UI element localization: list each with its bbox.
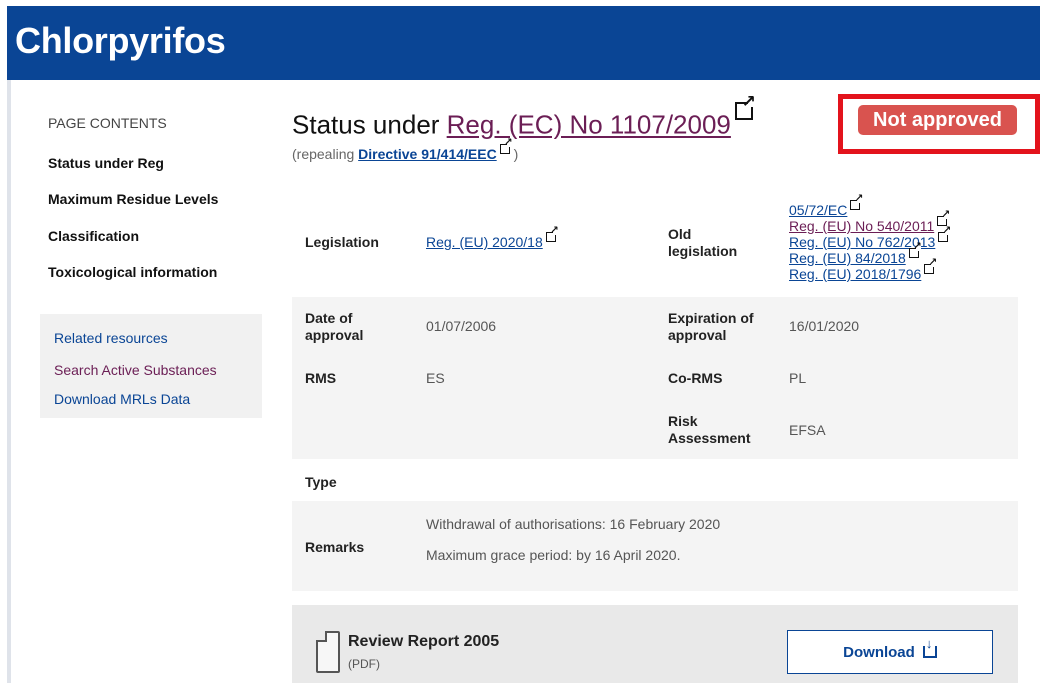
remarks-line: Withdrawal of authorisations: 16 Februar… [426,516,721,532]
legislation-label: Legislation [305,234,379,250]
regulation-link[interactable]: Reg. (EC) No 1107/2009 [447,110,731,140]
expiration-label: Expiration of approval [668,310,754,343]
old-legislation-link-text: Reg. (EU) 84/2018 [789,250,906,266]
related-resources-box: Related resources Search Active Substanc… [40,314,262,418]
rms-label: RMS [305,370,337,386]
expiration-value: 16/01/2020 [789,318,860,334]
external-link-icon [850,194,863,210]
date-of-approval-value: 01/07/2006 [426,318,497,334]
remarks-label: Remarks [305,539,365,555]
approval-dates-row: Date of approval 01/07/2006 Expiration o… [292,297,1018,356]
external-link-icon [734,93,756,120]
toc-item-status[interactable]: Status under Reg [48,155,164,171]
search-active-substances-link[interactable]: Search Active Substances [54,362,217,378]
external-link-icon [938,226,951,242]
download-label: Download [843,643,915,661]
external-link-icon [545,226,559,242]
external-link-icon [924,258,937,274]
legislation-row: Legislation Reg. (EU) 2020/18 Old legisl… [292,192,1018,292]
co-rms-label: Co-RMS [668,370,723,386]
left-rule [7,80,11,683]
review-report-title: Review Report 2005 [348,633,500,650]
type-label: Type [305,474,337,490]
external-link-icon [908,242,922,258]
old-legislation-link-text: 05/72/EC [789,202,848,218]
legislation-link[interactable]: Reg. (EU) 2020/18 [426,226,559,250]
old-legislation-link-text: Reg. (EU) No 540/2011 [789,218,935,234]
risk-assessment-label: Risk Assessment [668,413,751,446]
status-heading-prefix: Status under [292,109,447,140]
old-legislation-link-5[interactable]: Reg. (EU) 2018/1796 [789,258,937,282]
old-legislation-link-4[interactable]: Reg. (EU) 84/2018 [789,242,922,266]
old-legislation-link-text: Reg. (EU) 2018/1796 [789,266,922,282]
status-heading: Status under Reg. (EC) No 1107/2009 [292,93,756,141]
old-legislation-link-1[interactable]: 05/72/EC [789,194,863,218]
repealing-prefix: (repealing [292,146,359,162]
remarks-line: Maximum grace period: by 16 April 2020. [426,547,681,563]
old-legislation-link-3[interactable]: Reg. (EU) No 762/2013 [789,226,951,250]
download-mrls-link[interactable]: Download MRLs Data [54,391,190,407]
page-title: Chlorpyrifos [15,20,226,61]
download-button[interactable]: Download [787,630,993,674]
toc-item-mrl[interactable]: Maximum Residue Levels [48,191,218,207]
remarks-row: Remarks Withdrawal of authorisations: 16… [292,501,1018,591]
repealing-note: (repealing Directive 91/414/EEC ) [292,138,519,162]
document-icon [316,631,340,673]
type-row: Type [292,459,1018,501]
co-rms-value: PL [789,370,807,386]
date-of-approval-label: Date of approval [305,310,364,343]
page-banner: Chlorpyrifos [7,6,1040,80]
risk-assessment-row: Risk Assessment EFSA [292,400,1018,459]
toc-heading: PAGE CONTENTS [48,115,167,131]
risk-assessment-value: EFSA [789,422,826,438]
rms-row: RMS ES Co-RMS PL [292,356,1018,400]
old-legislation-label: Old legislation [668,226,738,259]
related-resources-title: Related resources [54,330,168,346]
rms-value: ES [426,370,445,386]
legislation-link-text: Reg. (EU) 2020/18 [426,234,543,250]
directive-link[interactable]: Directive 91/414/EEC [358,146,497,162]
repealing-suffix: ) [509,146,519,162]
external-link-icon [499,138,513,154]
toc-item-toxicology[interactable]: Toxicological information [48,264,217,280]
download-icon [922,637,937,658]
review-report-card: Review Report 2005 (PDF) Download [292,605,1018,683]
old-legislation-link-2[interactable]: Reg. (EU) No 540/2011 [789,210,950,234]
toc-item-classification[interactable]: Classification [48,228,139,244]
review-report-format: (PDF) [348,657,380,671]
status-badge: Not approved [858,105,1017,135]
